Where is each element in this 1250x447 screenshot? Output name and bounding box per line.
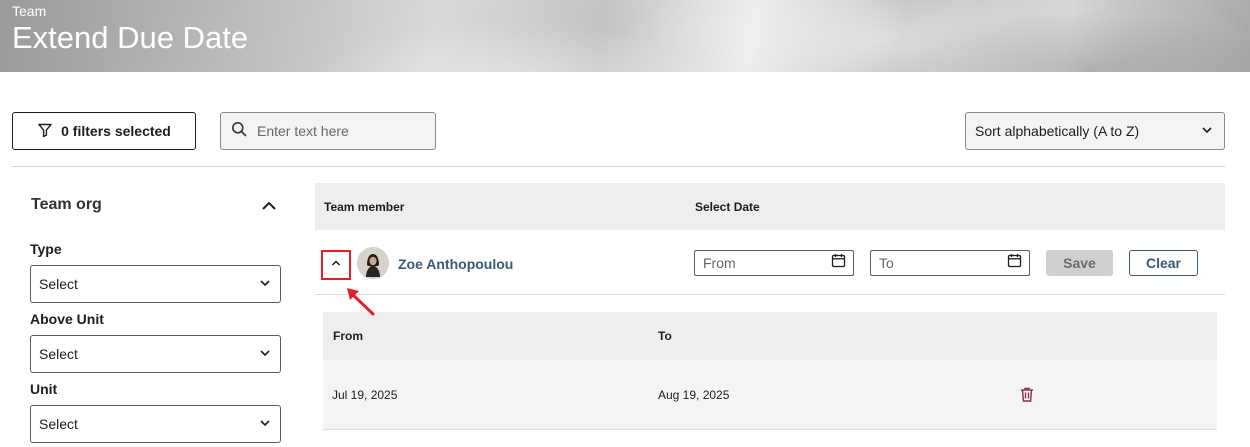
trash-icon[interactable] — [1019, 386, 1035, 408]
sidebar-section-title: Team org — [31, 196, 102, 213]
above-unit-select[interactable]: Select — [30, 335, 281, 373]
filters-button[interactable]: 0 filters selected — [12, 112, 196, 150]
history-column-from: From — [333, 329, 363, 343]
history-column-to: To — [658, 329, 672, 343]
chevron-down-icon — [1200, 123, 1214, 140]
chevron-down-icon — [258, 416, 272, 433]
calendar-icon[interactable] — [1007, 253, 1022, 273]
filters-label: 0 filters selected — [61, 123, 171, 139]
type-select-value: Select — [39, 276, 78, 292]
search-icon — [231, 121, 247, 142]
table-header: Team member Select Date — [315, 183, 1225, 230]
from-date-input[interactable] — [703, 255, 813, 271]
history-to-date: Aug 19, 2025 — [658, 388, 730, 402]
history-from-date: Jul 19, 2025 — [332, 388, 398, 402]
history-row — [323, 360, 1217, 430]
history-table-header — [323, 312, 1217, 360]
collapse-row-button[interactable] — [321, 250, 351, 280]
type-select[interactable]: Select — [30, 265, 281, 303]
chevron-up-icon — [330, 256, 342, 274]
filter-icon — [37, 122, 53, 141]
toolbar-divider — [12, 166, 1225, 167]
search-box[interactable] — [220, 112, 436, 150]
calendar-icon[interactable] — [831, 253, 846, 273]
unit-select[interactable]: Select — [30, 405, 281, 443]
sort-select[interactable]: Sort alphabetically (A to Z) — [965, 112, 1225, 150]
above-unit-label: Above Unit — [30, 311, 104, 327]
breadcrumb[interactable]: Team — [12, 3, 46, 19]
chevron-down-icon — [258, 276, 272, 293]
sort-selected-value: Sort alphabetically (A to Z) — [975, 123, 1140, 139]
team-member-name-link[interactable]: Zoe Anthopoulou — [398, 256, 513, 272]
unit-label: Unit — [30, 381, 58, 397]
column-header-team-member: Team member — [324, 200, 405, 214]
page-title: Extend Due Date — [12, 20, 249, 55]
avatar — [357, 247, 389, 279]
page-header-banner: Team Extend Due Date — [0, 0, 1250, 72]
search-input[interactable] — [257, 123, 417, 139]
to-date-field[interactable] — [870, 250, 1030, 276]
to-date-input[interactable] — [879, 255, 989, 271]
chevron-up-icon[interactable] — [260, 197, 278, 220]
arrow-annotation — [342, 284, 378, 323]
type-label: Type — [30, 241, 62, 257]
above-unit-select-value: Select — [39, 346, 78, 362]
column-header-select-date: Select Date — [695, 200, 760, 214]
unit-select-value: Select — [39, 416, 78, 432]
chevron-down-icon — [258, 346, 272, 363]
clear-button[interactable]: Clear — [1129, 250, 1198, 276]
from-date-field[interactable] — [694, 250, 854, 276]
save-button[interactable]: Save — [1046, 250, 1113, 276]
